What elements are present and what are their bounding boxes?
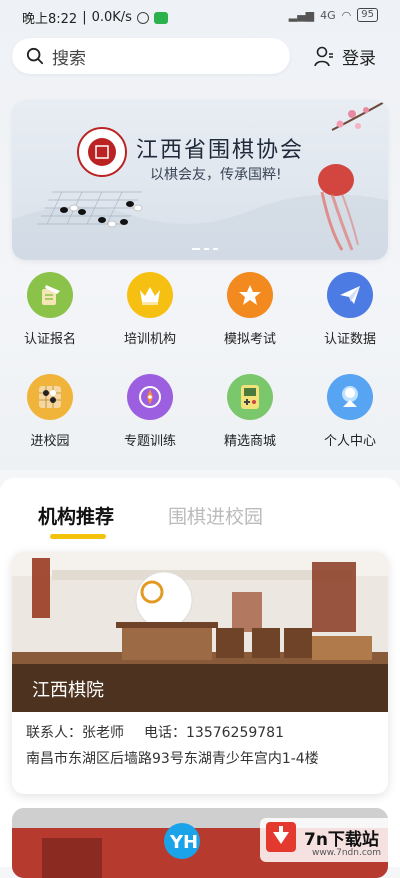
menu-item-mall[interactable]: 精选商城 — [200, 374, 300, 449]
menu-item-label: 培训机构 — [123, 332, 176, 347]
watermark-brand: 7n下载站 — [304, 830, 379, 850]
exam-icon — [27, 272, 73, 318]
compass-icon — [127, 374, 173, 420]
menu-item-label: 认证报名 — [23, 332, 76, 347]
menu-item-profile[interactable]: 个人中心 — [300, 374, 400, 449]
status-bar: 晚上8:22 | 0.0K/s ▂▄▆ 4G ◠ 95 — [0, 0, 400, 32]
active-tab-indicator — [50, 534, 106, 539]
svg-text:YH: YH — [169, 832, 198, 853]
go-board-icon — [27, 374, 73, 420]
institution-address: 南昌市东湖区后墙路93号东湖青少年宫内1-4楼 — [26, 751, 319, 767]
menu-item-certification-signup[interactable]: 认证报名 — [0, 272, 100, 347]
tab-go-campus[interactable]: 围棋进校园 — [168, 502, 263, 529]
star-icon — [227, 272, 273, 318]
section-tabs: 机构推荐 围棋进校园 — [38, 502, 263, 529]
status-time: 晚上8:22 — [22, 12, 78, 27]
menu-item-campus[interactable]: 进校园 — [0, 374, 100, 449]
menu-item-certification-data[interactable]: 认证数据 — [300, 272, 400, 347]
paper-plane-icon — [327, 272, 373, 318]
tab-institution-recommend[interactable]: 机构推荐 — [38, 502, 114, 529]
search-row: 搜索 登录 — [12, 38, 388, 76]
menu-item-label: 专题训练 — [123, 434, 176, 449]
search-input[interactable]: 搜索 — [12, 38, 290, 74]
menu-item-label: 模拟考试 — [223, 332, 276, 347]
menu-item-label: 个人中心 — [323, 434, 376, 449]
status-left: 晚上8:22 | 0.0K/s — [22, 8, 168, 27]
signal-icon: ▂▄▆ — [288, 8, 315, 22]
wechat-icon — [153, 11, 168, 24]
search-icon — [26, 47, 44, 65]
carousel-dot[interactable] — [204, 248, 209, 250]
user-icon — [327, 374, 373, 420]
user-login-icon — [314, 46, 333, 66]
search-placeholder: 搜索 — [52, 48, 86, 69]
watermark-url: www.7ndn.com — [312, 848, 382, 858]
menu-item-label: 认证数据 — [323, 332, 376, 347]
carousel-dot[interactable] — [213, 248, 218, 250]
alarm-icon — [136, 11, 149, 24]
login-button[interactable]: 登录 — [314, 44, 376, 69]
menu-item-label: 进校园 — [30, 434, 70, 449]
banner-title: 江西省围棋协会 — [136, 138, 305, 163]
institution-name: 江西棋院 — [32, 680, 104, 701]
watermark: YH 7n下载站 www.7ndn.com — [164, 808, 400, 867]
menu-item-special-training[interactable]: 专题训练 — [100, 374, 200, 449]
battery-icon: 95 — [357, 8, 378, 22]
carousel-dot[interactable] — [192, 248, 200, 250]
banner-carousel[interactable]: 江西省围棋协会 以棋会友，传承国粹! — [12, 100, 388, 260]
institution-contact: 联系人：张老师 电话：13576259781 — [26, 722, 284, 742]
login-label: 登录 — [342, 49, 376, 69]
crown-icon — [127, 272, 173, 318]
network-label: 4G — [320, 8, 336, 22]
gameboy-icon — [227, 374, 273, 420]
contact-person: 联系人：张老师 — [26, 725, 124, 741]
wifi-icon: ◠ — [341, 8, 352, 22]
status-right: ▂▄▆ 4G ◠ 95 — [289, 8, 378, 22]
menu-item-mock-exam[interactable]: 模拟考试 — [200, 272, 300, 347]
status-speed: 0.0K/s — [91, 10, 132, 25]
institution-card[interactable]: 江西棋院 联系人：张老师 电话：13576259781 南昌市东湖区后墙路93号… — [12, 552, 388, 794]
menu-item-label: 精选商城 — [223, 434, 276, 449]
feature-grid: 认证报名 培训机构 模拟考试 认证数据 进校园 专题训练 精选商城 个人中心 — [0, 272, 400, 462]
menu-item-training-institutions[interactable]: 培训机构 — [100, 272, 200, 347]
contact-phone[interactable]: 电话：13576259781 — [144, 722, 284, 742]
carousel-indicator — [192, 248, 218, 250]
banner-subtitle: 以棋会友，传承国粹! — [150, 167, 282, 183]
